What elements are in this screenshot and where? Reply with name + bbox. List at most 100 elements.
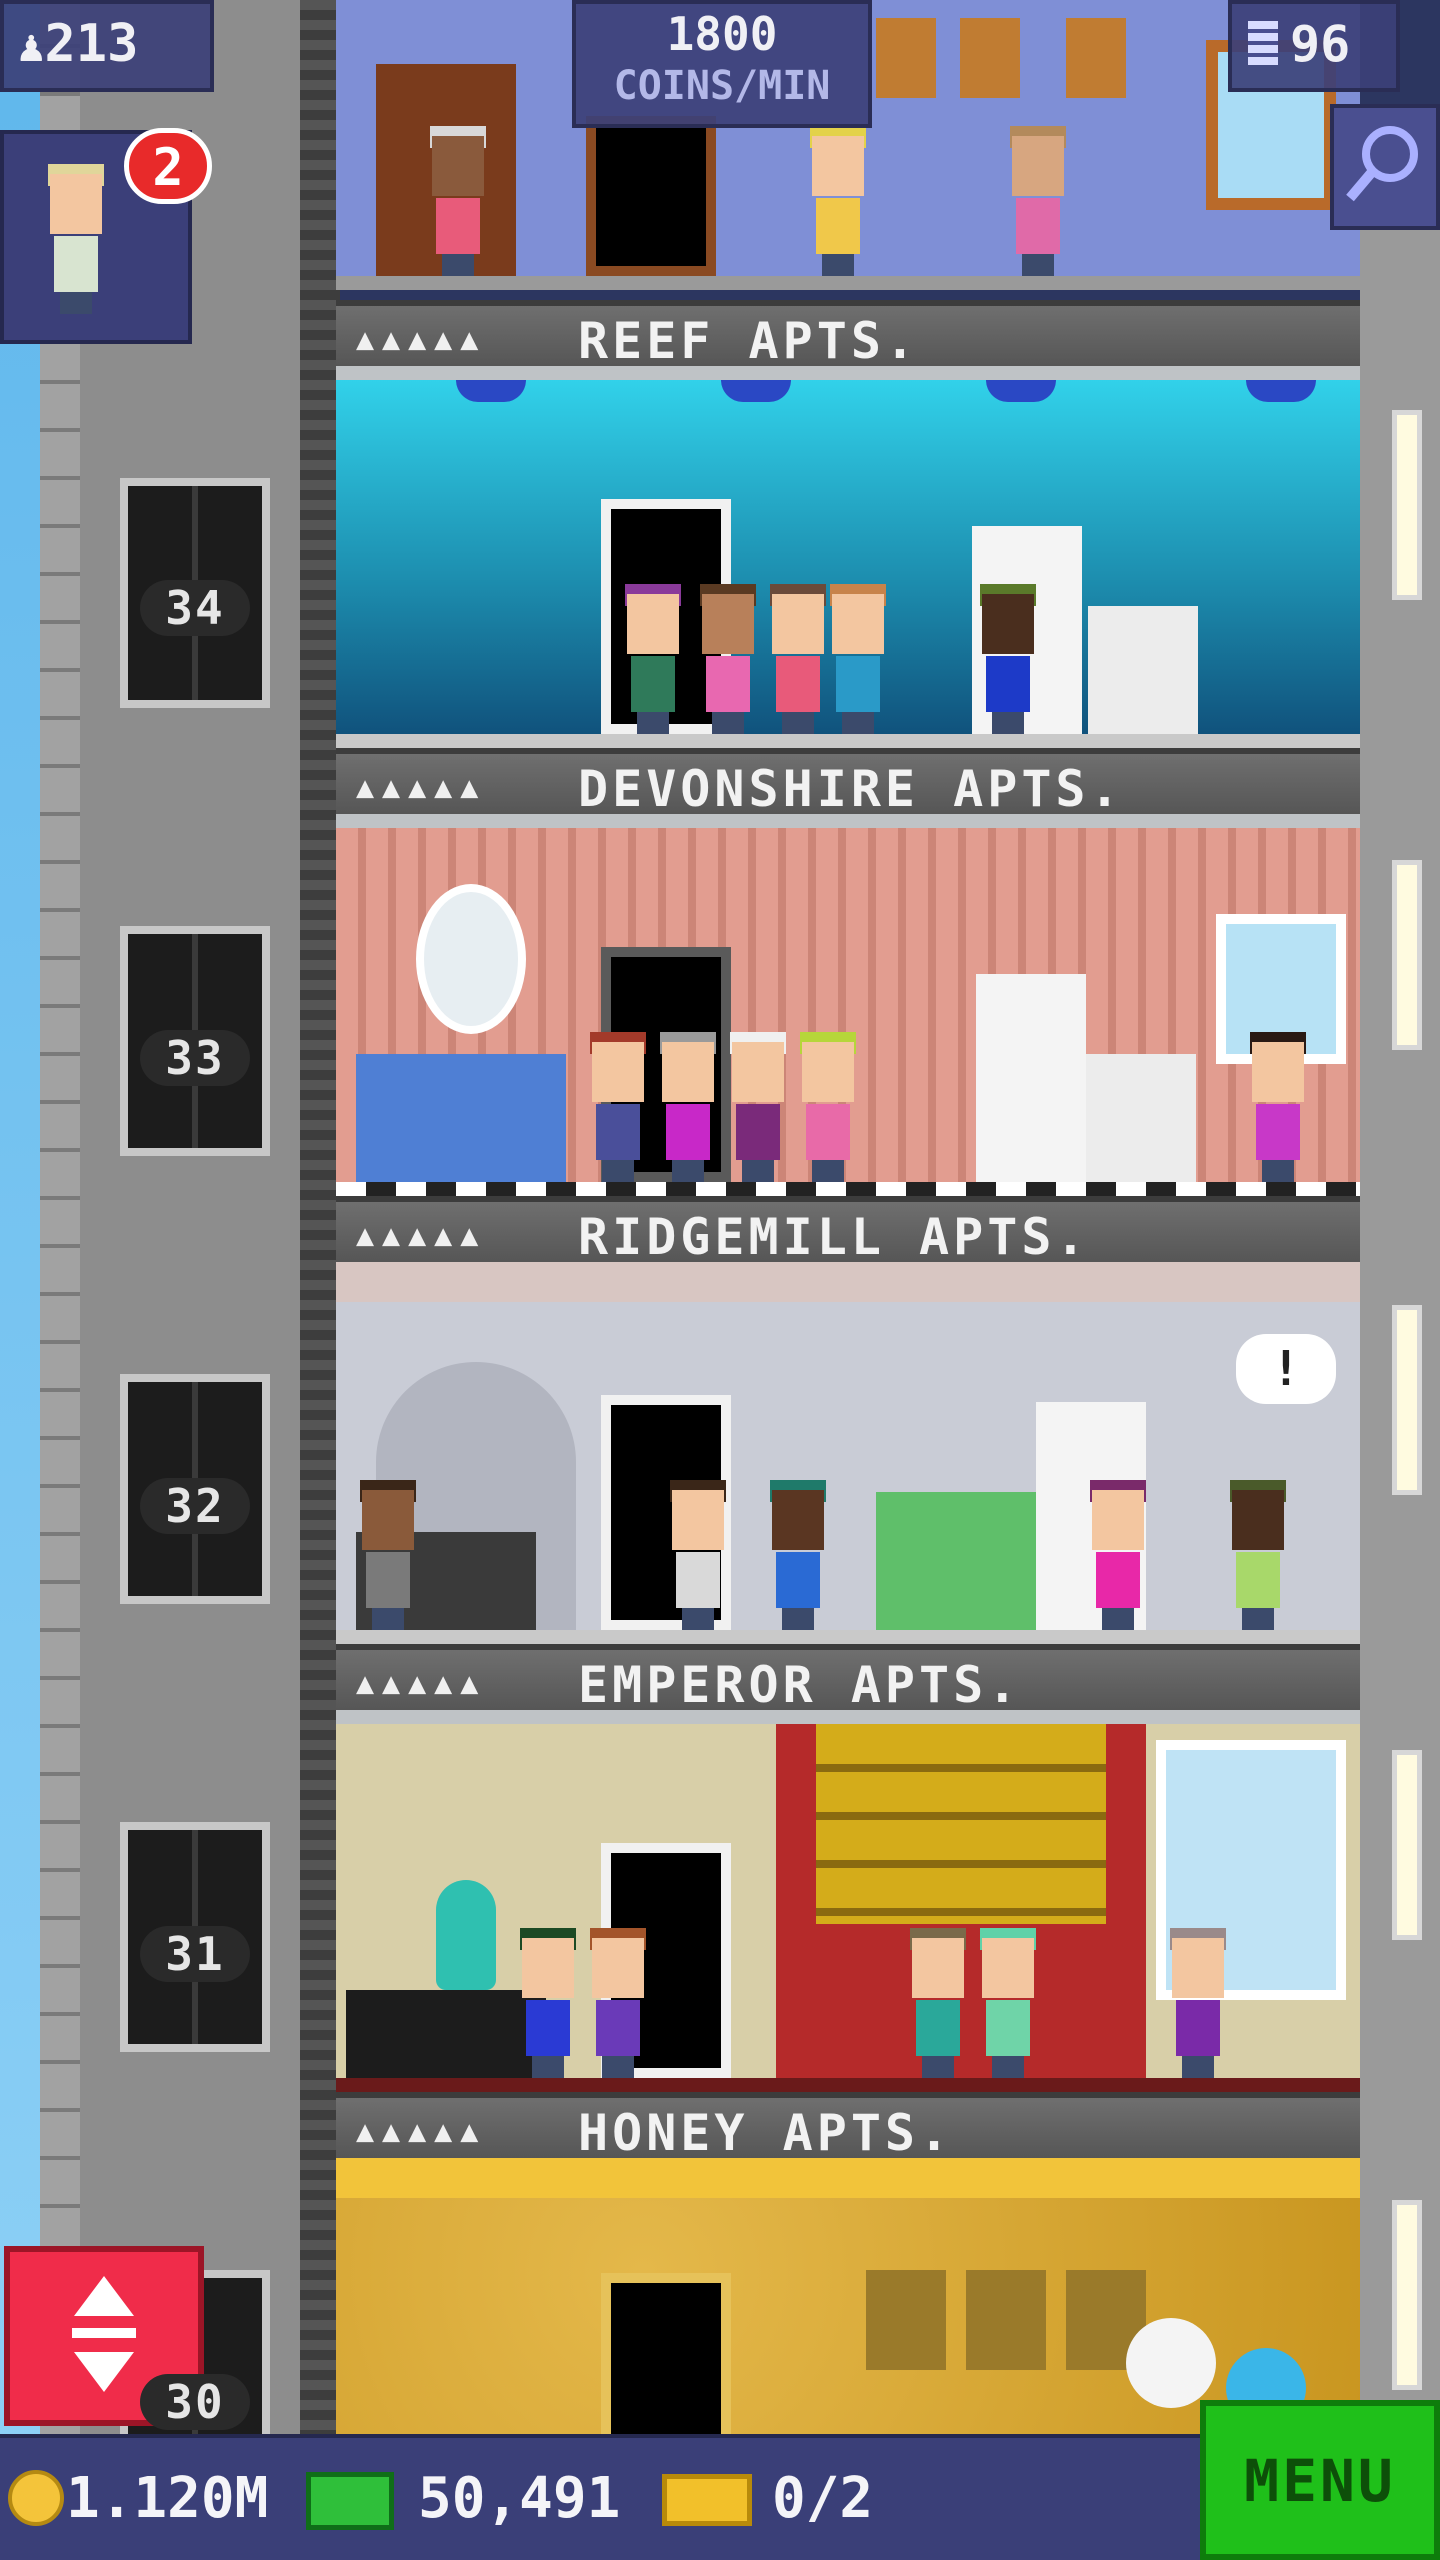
building-icon — [1248, 21, 1278, 65]
resident[interactable] — [796, 1032, 860, 1182]
window-light — [1392, 410, 1422, 600]
floor-number-31: 31 — [140, 1926, 250, 1982]
window-light — [1392, 1750, 1422, 1940]
floor-room-emperor[interactable] — [336, 1710, 1360, 2092]
window-light — [1392, 1305, 1422, 1495]
refrigerator — [976, 974, 1086, 1182]
ceiling-lamp — [721, 380, 791, 402]
floor-stars: ▲▲▲▲▲ — [356, 322, 487, 357]
coins-per-min-display: 1800 COINS/MIN — [572, 0, 872, 128]
visitor-avatar — [44, 164, 108, 314]
floor-number-32: 32 — [140, 1478, 250, 1534]
flower — [1126, 2318, 1216, 2408]
floor-ceiling — [336, 1710, 1360, 1724]
floor-ceiling — [336, 2158, 1360, 2198]
floor-label-34[interactable]: ▲▲▲▲▲ REEF APTS. — [336, 300, 1360, 370]
speech-bubble[interactable]: ! — [1236, 1334, 1336, 1404]
resident[interactable] — [766, 1480, 830, 1630]
population-value: 213 — [44, 14, 139, 74]
floor-label-32[interactable]: ▲▲▲▲▲ RIDGEMILL APTS. — [336, 1196, 1360, 1266]
wall-mirror — [416, 884, 526, 1034]
window-light — [1392, 2200, 1422, 2390]
resident[interactable] — [696, 584, 760, 734]
apartment-door — [586, 116, 716, 276]
banknote-icon — [306, 2472, 394, 2530]
floor-name: DEVONSHIRE APTS. — [578, 760, 1124, 818]
floor-ceiling — [336, 366, 1360, 380]
coins-per-min-unit: COINS/MIN — [613, 63, 831, 109]
floor-stars: ▲▲▲▲▲ — [356, 770, 487, 805]
coins-value: 1.120M — [66, 2466, 269, 2531]
picture-frame — [866, 2270, 946, 2370]
apartment-door — [601, 2273, 731, 2448]
floor-ceiling — [336, 1262, 1360, 1302]
picture-frame — [1066, 18, 1126, 98]
ticket-icon — [662, 2474, 752, 2526]
floor-label-30[interactable]: ▲▲▲▲▲ HONEY APTS. — [336, 2092, 1360, 2162]
resident[interactable] — [1246, 1032, 1310, 1182]
person-icon: ♟ — [18, 21, 45, 72]
sofa — [356, 1054, 566, 1182]
floor-label-31[interactable]: ▲▲▲▲▲ EMPEROR APTS. — [336, 1644, 1360, 1714]
floor-count-display[interactable]: 96 — [1228, 0, 1400, 92]
tickets-value: 0/2 — [772, 2466, 874, 2531]
bux-value: 50,491 — [418, 2466, 621, 2531]
menu-button[interactable]: MENU — [1200, 2400, 1440, 2560]
resident[interactable] — [586, 1928, 650, 2078]
resident[interactable] — [666, 1480, 730, 1630]
floor-label-33[interactable]: ▲▲▲▲▲ DEVONSHIRE APTS. — [336, 748, 1360, 818]
picture-frame — [966, 2270, 1046, 2370]
resident[interactable] — [906, 1928, 970, 2078]
floor-name: REEF APTS. — [578, 312, 920, 370]
floor-stars: ▲▲▲▲▲ — [356, 1218, 487, 1253]
resident[interactable] — [976, 1928, 1040, 2078]
floor-ceiling — [336, 814, 1360, 828]
ceiling-lamp — [986, 380, 1056, 402]
resident[interactable] — [976, 584, 1040, 734]
coin-icon — [8, 2470, 64, 2526]
resident[interactable] — [516, 1928, 580, 2078]
floor-room-devonshire[interactable] — [336, 814, 1360, 1196]
ceiling-lamp — [1246, 380, 1316, 402]
floor-number-34: 34 — [140, 580, 250, 636]
floor-name: EMPEROR APTS. — [578, 1656, 1022, 1714]
population-counter[interactable]: ♟213 — [0, 0, 214, 92]
floor-room-reef[interactable] — [336, 366, 1360, 748]
armchair — [876, 1492, 1036, 1630]
resident[interactable] — [621, 584, 685, 734]
floor-ground — [336, 1630, 1360, 1644]
picture-frame — [960, 18, 1020, 98]
vase — [436, 1880, 496, 1990]
shaft-outer-wall — [40, 0, 80, 2440]
gold-panels — [816, 1724, 1106, 1924]
stove — [1086, 1054, 1196, 1182]
resident[interactable] — [1166, 1928, 1230, 2078]
resident[interactable] — [1006, 126, 1070, 276]
resident[interactable] — [586, 1032, 650, 1182]
resident[interactable] — [356, 1480, 420, 1630]
resident[interactable] — [1086, 1480, 1150, 1630]
resident[interactable] — [1226, 1480, 1290, 1630]
resident[interactable] — [726, 1032, 790, 1182]
ceiling-lamp — [456, 380, 526, 402]
floor-ground — [336, 2078, 1360, 2092]
floor-room-ridgemill[interactable]: ! — [336, 1262, 1360, 1644]
floor-ground — [336, 276, 1360, 290]
resident[interactable] — [806, 126, 870, 276]
coins-per-min-value: 1800 — [666, 7, 778, 61]
resource-bar: 1.120M 50,491 0/2 — [0, 2434, 1200, 2560]
stove — [1088, 606, 1198, 734]
resident[interactable] — [826, 584, 890, 734]
floor-number-30: 30 — [140, 2374, 250, 2430]
magnifier-icon — [1346, 126, 1418, 202]
floor-name: RIDGEMILL APTS. — [578, 1208, 1090, 1266]
shaft-column — [300, 0, 340, 2440]
resident[interactable] — [656, 1032, 720, 1182]
search-button[interactable] — [1330, 104, 1440, 230]
floor-name: HONEY APTS. — [578, 2104, 954, 2162]
floor-stars: ▲▲▲▲▲ — [356, 1666, 487, 1701]
visitor-count-badge: 2 — [124, 128, 212, 204]
floor-number-33: 33 — [140, 1030, 250, 1086]
resident[interactable] — [766, 584, 830, 734]
resident[interactable] — [426, 126, 490, 276]
